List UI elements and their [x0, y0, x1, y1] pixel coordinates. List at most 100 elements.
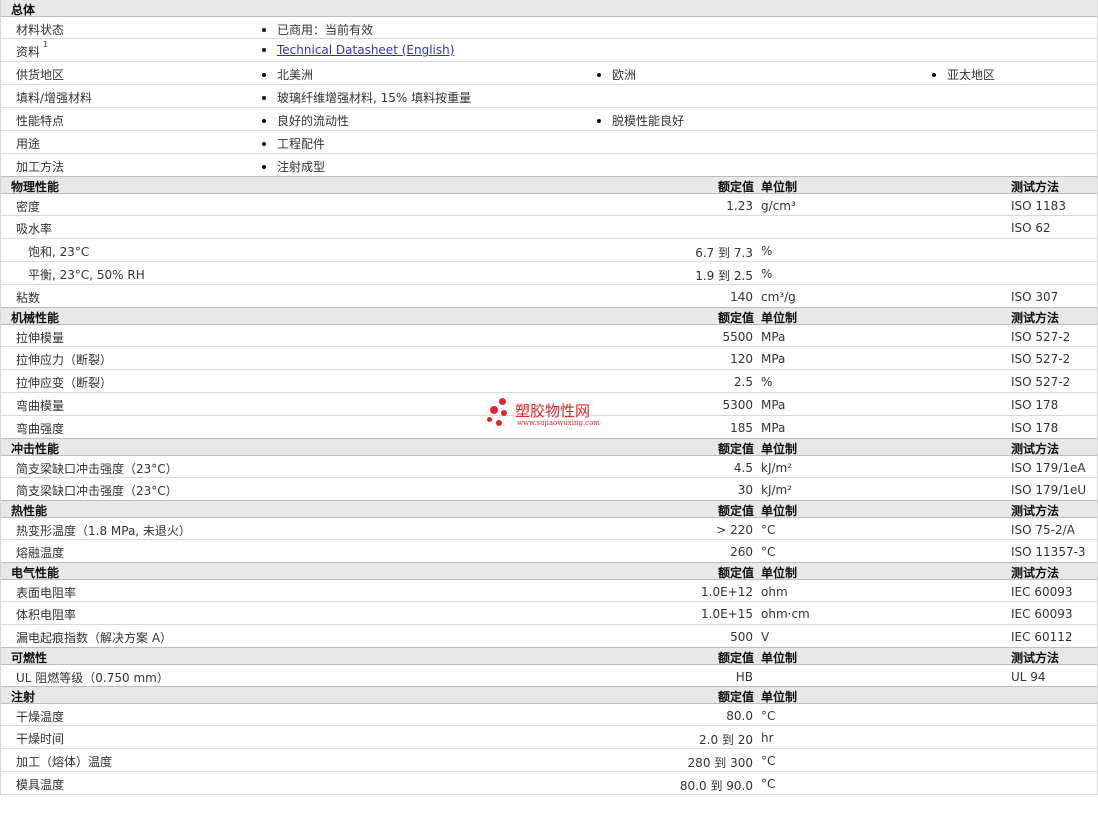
section-title: 总体	[11, 3, 36, 17]
row-label-text: 供货地区	[16, 68, 65, 82]
column-header-value: 额定值	[717, 442, 754, 456]
property-label: 加工（熔体）温度	[16, 755, 113, 769]
logo-dot	[487, 417, 492, 422]
bullet-dot	[262, 47, 266, 52]
column-header-method: 测试方法	[1011, 504, 1060, 518]
property-unit: °C	[761, 709, 776, 723]
property-unit: V	[761, 630, 770, 644]
property-value: 140	[730, 290, 753, 304]
section-header: 注射 额定值 单位制	[1, 686, 1097, 704]
property-unit: kJ/m²	[761, 483, 793, 497]
property-row: 模具温度 80.0 到 90.0 °C	[1, 772, 1097, 795]
test-method: ISO 11357-3	[1011, 545, 1086, 559]
general-row: 供货地区 北美洲 欧洲 亚太地区	[1, 62, 1097, 85]
logo-dot	[501, 410, 507, 416]
general-row: 性能特点 良好的流动性 脱模性能良好	[1, 108, 1097, 131]
property-label: 漏电起痕指数（解决方案 A）	[16, 631, 173, 645]
test-method: ISO 62	[1011, 221, 1051, 235]
watermark-logo: 塑胶物性网 www.sujiaowuxing.com	[487, 398, 627, 434]
column-header-unit: 单位制	[761, 690, 798, 704]
property-label: 干燥温度	[16, 710, 65, 724]
datasheet-link[interactable]: Technical Datasheet (English)	[277, 43, 454, 57]
property-label: 平衡, 23°C, 50% RH	[28, 268, 145, 282]
property-value: 2.5	[733, 375, 753, 389]
test-method: IEC 60093	[1011, 585, 1073, 599]
test-method: UL 94	[1011, 670, 1046, 684]
test-method: IEC 60112	[1011, 630, 1073, 644]
property-label: 熔融温度	[16, 546, 65, 560]
property-unit: °C	[761, 545, 776, 559]
general-row: 加工方法 注射成型	[1, 154, 1097, 177]
property-row: 拉伸应变（断裂） 2.5% ISO 527-2	[1, 370, 1097, 393]
bullet-text: 脱模性能良好	[612, 114, 685, 128]
bullet-item: Technical Datasheet (English)	[262, 43, 454, 57]
property-value: 500	[730, 630, 753, 644]
property-value: 2.0 到 20	[699, 733, 753, 747]
property-row: 简支梁缺口冲击强度（23°C） 4.5 kJ/m² ISO 179/1eA	[1, 456, 1097, 478]
property-row: 体积电阻率 1.0E+15 ohm·cm IEC 60093	[1, 602, 1097, 625]
general-row: 填料/增强材料 玻璃纤维增强材料, 15% 填料按重量	[1, 85, 1097, 108]
property-unit: °C	[761, 523, 776, 537]
section-title: 可燃性	[11, 651, 48, 665]
column-header-unit: 单位制	[761, 442, 798, 456]
property-row: 漏电起痕指数（解决方案 A） 500 V IEC 60112	[1, 625, 1097, 648]
property-row: 粘数 140 cm³/g ISO 307	[1, 285, 1097, 308]
bullet-text: 工程配件	[277, 137, 326, 151]
property-value: 30	[737, 483, 753, 497]
property-label: 热变形温度（1.8 MPa, 未退火）	[16, 524, 191, 538]
property-unit: g/cm³	[761, 199, 796, 213]
bullet-item: 玻璃纤维增强材料, 15% 填料按重量	[262, 89, 471, 106]
property-unit: %	[761, 375, 773, 389]
column-header-method: 测试方法	[1011, 651, 1060, 665]
bullet-text: 良好的流动性	[277, 114, 350, 128]
test-method: ISO 178	[1011, 421, 1059, 435]
property-label: 粘数	[16, 291, 41, 305]
column-header-method: 测试方法	[1011, 180, 1060, 194]
property-label: 干燥时间	[16, 732, 65, 746]
test-method: ISO 75-2/A	[1011, 523, 1075, 537]
test-method: ISO 1183	[1011, 199, 1066, 213]
test-method: ISO 179/1eA	[1011, 461, 1086, 475]
bullet-item: 良好的流动性	[262, 112, 349, 129]
bullet-dot	[597, 118, 601, 123]
bullet-dot	[262, 164, 266, 169]
general-rows: 材料状态 已商用：当前有效 资料1 Technical Datasheet (Engl…	[1, 17, 1097, 177]
bullet-text: 北美洲	[277, 68, 314, 82]
property-label: 简支梁缺口冲击强度（23°C）	[16, 484, 178, 498]
property-unit: cm³/g	[761, 290, 796, 304]
bullet-text: 已商用：当前有效	[277, 23, 374, 37]
bullet-item: 脱模性能良好	[597, 112, 684, 129]
property-row: 饱和, 23°C 6.7 到 7.3%	[1, 239, 1097, 262]
bullet-dot	[262, 27, 266, 32]
property-label: UL 阻燃等级（0.750 mm）	[16, 671, 169, 685]
test-method: ISO 527-2	[1011, 330, 1071, 344]
property-row: UL 阻燃等级（0.750 mm） HB UL 94	[1, 665, 1097, 687]
property-value: HB	[735, 670, 753, 684]
row-label: 资料1	[16, 40, 48, 60]
test-method: ISO 178	[1011, 398, 1059, 412]
property-row: 拉伸模量 5500 MPa ISO 527-2	[1, 325, 1097, 347]
property-value: 1.9 到 2.5	[695, 269, 753, 283]
property-value: 5300	[722, 398, 753, 412]
property-label: 吸水率	[16, 222, 53, 236]
bullet-text: 玻璃纤维增强材料, 15% 填料按重量	[277, 91, 472, 105]
row-label-text: 填料/增强材料	[16, 91, 93, 105]
property-value: 80.0 到 90.0	[679, 779, 753, 793]
bullet-dot	[262, 118, 266, 123]
column-header-value: 额定值	[717, 180, 754, 194]
bullet-item: 注射成型	[262, 158, 325, 175]
property-value: 1.0E+15	[701, 607, 753, 621]
section-title: 热性能	[11, 504, 48, 518]
section-title: 物理性能	[11, 180, 60, 194]
row-label-text: 性能特点	[16, 114, 65, 128]
bullet-item: 已商用：当前有效	[262, 21, 373, 38]
column-header-unit: 单位制	[761, 180, 798, 194]
section-header: 热性能 额定值 单位制 测试方法	[1, 500, 1097, 518]
row-label: 加工方法	[16, 158, 64, 175]
bullet-item: 欧洲	[597, 66, 636, 83]
property-unit: °C	[761, 754, 776, 768]
bullet-dot	[932, 72, 936, 77]
column-header-unit: 单位制	[761, 651, 798, 665]
property-unit: kJ/m²	[761, 461, 793, 475]
property-row: 吸水率 ISO 62	[1, 216, 1097, 239]
